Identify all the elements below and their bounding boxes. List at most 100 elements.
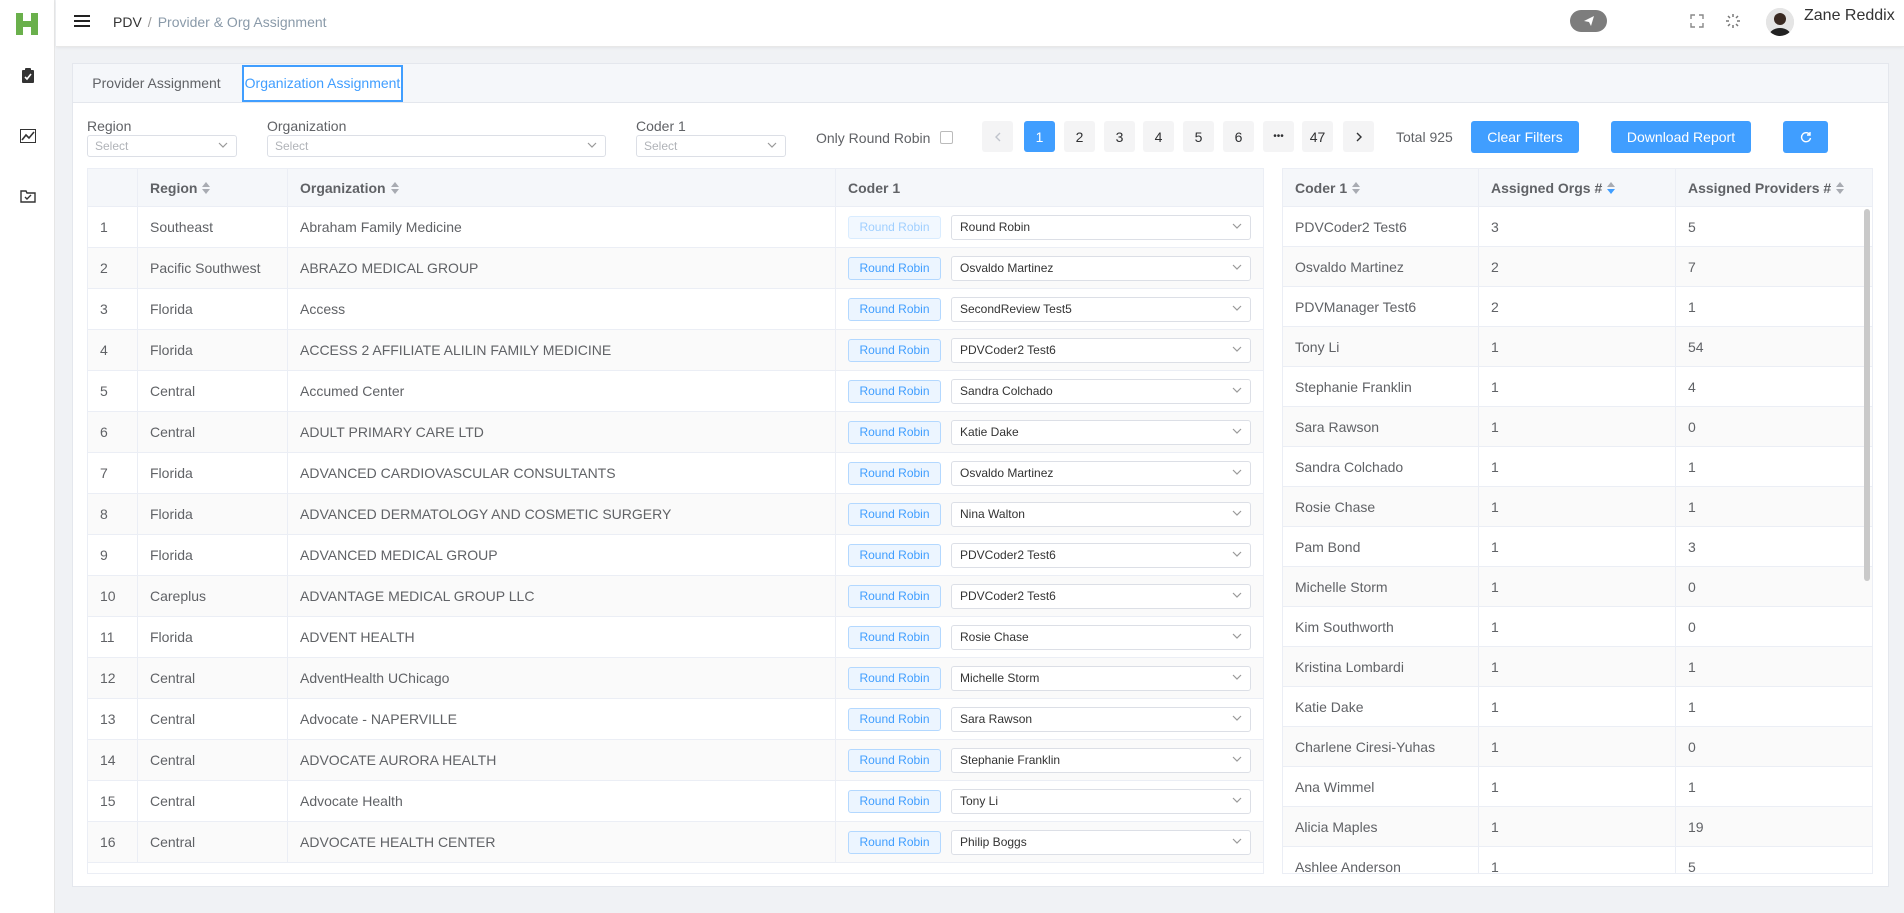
row-region: Florida: [138, 494, 288, 535]
tab-organization-assignment[interactable]: Organization Assignment: [242, 65, 403, 102]
page-ellipsis-button[interactable]: •••: [1263, 121, 1294, 152]
row-index: 3: [88, 289, 138, 330]
summary-row: Sandra Colchado 1 1: [1283, 447, 1872, 487]
round-robin-button[interactable]: Round Robin: [848, 708, 941, 731]
clipboard-check-icon[interactable]: [19, 67, 37, 85]
round-robin-button[interactable]: Round Robin: [848, 380, 941, 403]
page-button-5[interactable]: 5: [1183, 121, 1214, 152]
summary-row: Rosie Chase 1 1: [1283, 487, 1872, 527]
chevron-down-icon: [1232, 626, 1242, 649]
sort-icon[interactable]: [202, 182, 211, 195]
fullscreen-icon[interactable]: [1688, 12, 1706, 30]
sort-desc-icon[interactable]: [1607, 182, 1616, 195]
coder-assign-select[interactable]: Nina Walton: [951, 502, 1251, 527]
row-organization: ADVANCED DERMATOLOGY AND COSMETIC SURGER…: [288, 494, 836, 535]
round-robin-button[interactable]: Round Robin: [848, 749, 941, 772]
row-organization: Abraham Family Medicine: [288, 207, 836, 248]
round-robin-button[interactable]: Round Robin: [848, 626, 941, 649]
coder-assign-select[interactable]: Katie Dake: [951, 420, 1251, 445]
row-index: 10: [88, 576, 138, 617]
summary-row: PDVManager Test6 2 1: [1283, 287, 1872, 327]
send-button[interactable]: [1570, 10, 1607, 32]
coder-assign-select[interactable]: Michelle Storm: [951, 666, 1251, 691]
chart-line-icon[interactable]: [19, 127, 37, 145]
coder-assign-select[interactable]: SecondReview Test5: [951, 297, 1251, 322]
summary-coder: PDVCoder2 Test6: [1283, 207, 1479, 247]
round-robin-button[interactable]: Round Robin: [848, 339, 941, 362]
user-name[interactable]: Zane Reddix: [1804, 7, 1895, 25]
chevron-down-icon: [767, 139, 777, 153]
row-coder-cell: Round Robin PDVCoder2 Test6: [836, 535, 1263, 576]
coder-select[interactable]: Select: [636, 135, 786, 157]
column-header-assigned-providers[interactable]: Assigned Providers #: [1676, 169, 1872, 207]
coder-assign-select[interactable]: Philip Boggs: [951, 830, 1251, 855]
loading-spinner-icon[interactable]: [1724, 12, 1742, 30]
row-coder-cell: Round Robin PDVCoder2 Test6: [836, 576, 1263, 617]
summary-assigned-providers: 1: [1688, 659, 1696, 675]
summary-row: Michelle Storm 1 0: [1283, 567, 1872, 607]
coder-assign-select[interactable]: Osvaldo Martinez: [951, 461, 1251, 486]
coder-assign-select[interactable]: Sandra Colchado: [951, 379, 1251, 404]
user-avatar[interactable]: [1766, 8, 1794, 36]
sort-icon[interactable]: [390, 182, 399, 195]
round-robin-button[interactable]: Round Robin: [848, 544, 941, 567]
summary-assigned-orgs: 1: [1479, 647, 1676, 687]
round-robin-button[interactable]: Round Robin: [848, 790, 941, 813]
region-filter-label: Region: [87, 118, 132, 134]
chevron-down-icon: [1232, 298, 1242, 321]
round-robin-button[interactable]: Round Robin: [848, 462, 941, 485]
prev-page-button[interactable]: [982, 121, 1013, 152]
coder-assign-select[interactable]: Osvaldo Martinez: [951, 256, 1251, 281]
summary-assigned-providers: 5: [1688, 859, 1696, 874]
round-robin-button[interactable]: Round Robin: [848, 257, 941, 280]
table-row: 11 Florida ADVENT HEALTH Round Robin Rosie C…: [88, 617, 1263, 658]
round-robin-checkbox[interactable]: [940, 131, 953, 144]
summary-assigned-orgs: 1: [1479, 567, 1676, 607]
coder-assign-select[interactable]: Tony Li: [951, 789, 1251, 814]
round-robin-button[interactable]: Round Robin: [848, 503, 941, 526]
folder-check-icon[interactable]: [19, 187, 37, 205]
page-button-1[interactable]: 1: [1024, 121, 1055, 152]
summary-coder: Ana Wimmel: [1283, 767, 1479, 807]
coder-assign-select[interactable]: Round Robin: [951, 215, 1251, 240]
coder-assign-select[interactable]: PDVCoder2 Test6: [951, 338, 1251, 363]
coder-assign-select[interactable]: Stephanie Franklin: [951, 748, 1251, 773]
page-button-3[interactable]: 3: [1104, 121, 1135, 152]
menu-toggle-icon[interactable]: [74, 15, 90, 29]
next-page-button[interactable]: [1343, 121, 1374, 152]
coder-assign-select[interactable]: Sara Rawson: [951, 707, 1251, 732]
breadcrumb-root[interactable]: PDV: [113, 14, 142, 30]
row-coder-cell: Round Robin SecondReview Test5: [836, 289, 1263, 330]
coder-assign-select[interactable]: Rosie Chase: [951, 625, 1251, 650]
round-robin-button[interactable]: Round Robin: [848, 831, 941, 854]
tab-provider-assignment[interactable]: Provider Assignment: [73, 64, 240, 103]
page-button-6[interactable]: 6: [1223, 121, 1254, 152]
column-header-assigned-orgs[interactable]: Assigned Orgs #: [1479, 169, 1676, 207]
sort-icon[interactable]: [1352, 182, 1361, 195]
refresh-button[interactable]: [1783, 121, 1828, 153]
page-button-2[interactable]: 2: [1064, 121, 1095, 152]
round-robin-button[interactable]: Round Robin: [848, 216, 941, 239]
coder-assign-value: PDVCoder2 Test6: [960, 589, 1056, 603]
round-robin-button[interactable]: Round Robin: [848, 667, 941, 690]
table-row: 9 Florida ADVANCED MEDICAL GROUP Round Robi…: [88, 535, 1263, 576]
organization-select[interactable]: Select: [267, 135, 606, 157]
round-robin-button[interactable]: Round Robin: [848, 585, 941, 608]
coder-assign-select[interactable]: PDVCoder2 Test6: [951, 543, 1251, 568]
download-report-button[interactable]: Download Report: [1611, 121, 1751, 153]
row-organization: ADULT PRIMARY CARE LTD: [288, 412, 836, 453]
summary-assigned-orgs: 1: [1479, 807, 1676, 847]
summary-table-scrollbar[interactable]: [1864, 209, 1870, 581]
app-logo[interactable]: [13, 10, 41, 38]
coder-assign-select[interactable]: PDVCoder2 Test6: [951, 584, 1251, 609]
round-robin-button[interactable]: Round Robin: [848, 421, 941, 444]
column-header-summary-coder[interactable]: Coder 1: [1283, 169, 1479, 207]
page-button-4[interactable]: 4: [1143, 121, 1174, 152]
column-header-region[interactable]: Region: [138, 169, 288, 207]
page-button-47[interactable]: 47: [1302, 121, 1333, 152]
sort-icon[interactable]: [1836, 182, 1845, 195]
round-robin-button[interactable]: Round Robin: [848, 298, 941, 321]
clear-filters-button[interactable]: Clear Filters: [1471, 121, 1579, 153]
region-select[interactable]: Select: [87, 135, 237, 157]
column-header-organization[interactable]: Organization: [288, 169, 836, 207]
